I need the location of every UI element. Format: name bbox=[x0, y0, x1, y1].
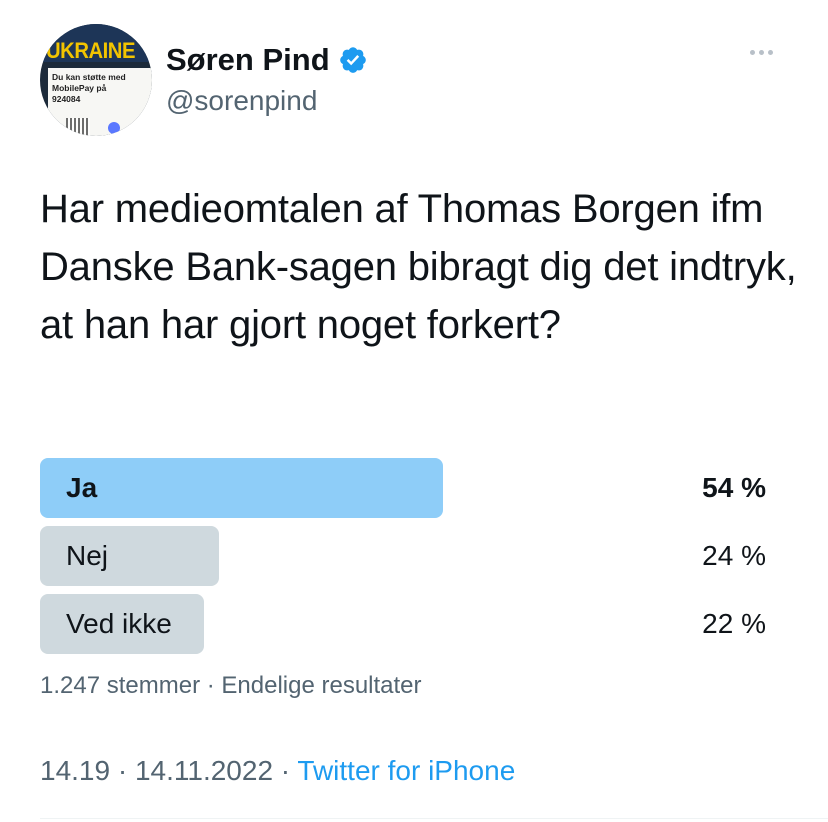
poll-option-label: Nej bbox=[66, 540, 109, 571]
poll-option-percent: 22 % bbox=[702, 608, 766, 639]
avatar-card-text: Du kan støtte med MobilePay på 924084 bbox=[52, 72, 126, 104]
mobilepay-logo-icon bbox=[108, 122, 120, 134]
avatar-banner-text: UKRAINE bbox=[46, 38, 135, 63]
poll-option-label: Ved ikke bbox=[66, 608, 172, 639]
poll-option-nej: Nej 24 % bbox=[40, 526, 766, 586]
poll-option-ja: Ja 54 % bbox=[40, 458, 766, 518]
display-name[interactable]: Søren Pind bbox=[166, 40, 330, 80]
poll-option-label: Ja bbox=[66, 472, 98, 503]
verified-badge-icon bbox=[338, 45, 368, 75]
more-options-icon[interactable] bbox=[750, 50, 773, 55]
author-name-row: Søren Pind bbox=[166, 40, 368, 80]
avatar[interactable]: UKRAINE Du kan støtte med MobilePay på 9… bbox=[40, 24, 152, 136]
tweet-timestamp[interactable]: 14.19 · 14.11.2022 · bbox=[40, 755, 297, 786]
poll-option-ved-ikke: Ved ikke 22 % bbox=[40, 594, 766, 654]
qr-code-icon bbox=[66, 118, 90, 136]
tweet-text: Har medieomtalen af Thomas Borgen ifm Da… bbox=[40, 187, 797, 347]
tweet-source-link[interactable]: Twitter for iPhone bbox=[297, 755, 515, 786]
poll-bar bbox=[40, 458, 443, 518]
poll-option-percent: 54 % bbox=[702, 472, 766, 503]
author-handle[interactable]: @sorenpind bbox=[166, 83, 317, 119]
poll-option-percent: 24 % bbox=[702, 540, 766, 571]
divider bbox=[40, 818, 828, 819]
poll: Ja 54 % Nej 24 % Ved ikke 22 % bbox=[40, 458, 766, 662]
poll-meta: 1.247 stemmer · Endelige resultater bbox=[40, 672, 422, 699]
tweet-footer: 14.19 · 14.11.2022 · Twitter for iPhone bbox=[40, 752, 515, 790]
